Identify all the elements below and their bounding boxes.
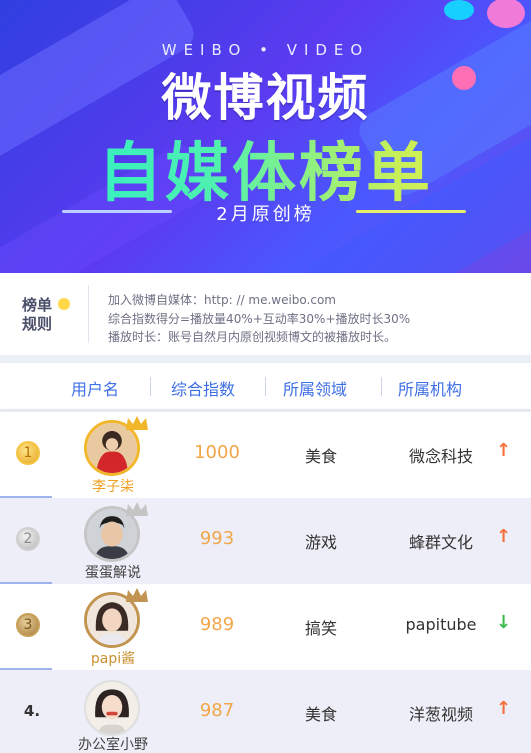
score-value: 993 <box>199 528 235 549</box>
username[interactable]: 李子柒 <box>40 476 186 496</box>
rank-medal-gold: 1 <box>16 441 40 465</box>
rules-panel: 榜单 规则 加入微博自媒体：http: // me.weibo.com 综合指数… <box>0 273 531 355</box>
column-header-username[interactable]: 用户名 <box>71 376 119 400</box>
rules-divider <box>88 285 89 343</box>
trend-up-icon: ↑ <box>496 698 512 719</box>
field-value: 游戏 <box>304 533 337 552</box>
avatar-image <box>86 682 138 734</box>
table-row[interactable]: 2 蛋蛋解说 993 游戏 蜂群文化 ↑ <box>0 498 531 584</box>
table-row[interactable]: 4. 办公室小野 987 美食 洋葱视频 ↑ <box>0 670 531 753</box>
rules-badge-label: 规则 <box>22 315 53 333</box>
banner-subtitle-cn: 2月原创榜 <box>216 204 315 225</box>
column-separator <box>381 377 382 396</box>
rule-line: 综合指数得分=播放量40%+互动率30%+播放时长30% <box>108 312 411 326</box>
column-separator <box>150 377 151 396</box>
column-header-field[interactable]: 所属领域 <box>283 376 347 400</box>
username[interactable]: 蛋蛋解说 <box>40 562 186 582</box>
score-value: 989 <box>199 614 235 635</box>
rules-badge: 榜单 规则 <box>22 296 72 336</box>
crown-icon <box>126 502 148 516</box>
table-header: 用户名 综合指数 所属领域 所属机构 <box>0 363 531 409</box>
trend-down-icon: ↓ <box>496 612 512 633</box>
org-value: 微念科技 <box>408 447 473 466</box>
column-header-score[interactable]: 综合指数 <box>171 376 235 400</box>
crown-icon <box>126 588 148 602</box>
org-value: 蜂群文化 <box>408 533 473 552</box>
trend-up-icon: ↑ <box>496 526 512 547</box>
field-value: 美食 <box>304 705 337 724</box>
org-value: 洋葱视频 <box>408 705 473 724</box>
banner-dot <box>444 0 474 20</box>
rules-badge-label: 榜单 <box>22 296 53 314</box>
banner-dot <box>487 0 525 28</box>
rank-medal-bronze: 3 <box>16 613 40 637</box>
score-value: 1000 <box>194 442 240 463</box>
score-value: 987 <box>199 700 235 721</box>
table-row[interactable]: 1 李子柒 1000 美食 微念科技 ↑ <box>0 412 531 498</box>
rank-number: 4. <box>23 702 41 720</box>
banner-subtitle-en: WEIBO • VIDEO <box>161 41 370 59</box>
org-value: papitube <box>405 615 477 634</box>
avatar[interactable] <box>84 680 140 736</box>
column-separator <box>265 377 266 396</box>
username[interactable]: papi酱 <box>40 648 186 668</box>
crown-icon <box>126 416 148 430</box>
banner: WEIBO • VIDEO 微博视频 自媒体榜单 2月原创榜 <box>0 0 531 273</box>
field-value: 美食 <box>304 447 337 466</box>
rule-line: 加入微博自媒体：http: // me.weibo.com <box>108 293 337 307</box>
rule-line: 播放时长：账号自然月内原创视频博文的被播放时长。 <box>108 330 397 344</box>
column-header-org[interactable]: 所属机构 <box>398 376 462 400</box>
banner-title: 微博视频 <box>161 69 370 127</box>
table-row[interactable]: 3 papi酱 989 搞笑 papitube ↓ <box>0 584 531 670</box>
username[interactable]: 办公室小野 <box>40 734 186 753</box>
rank-medal-silver: 2 <box>16 527 40 551</box>
trend-up-icon: ↑ <box>496 440 512 461</box>
field-value: 搞笑 <box>304 619 337 638</box>
